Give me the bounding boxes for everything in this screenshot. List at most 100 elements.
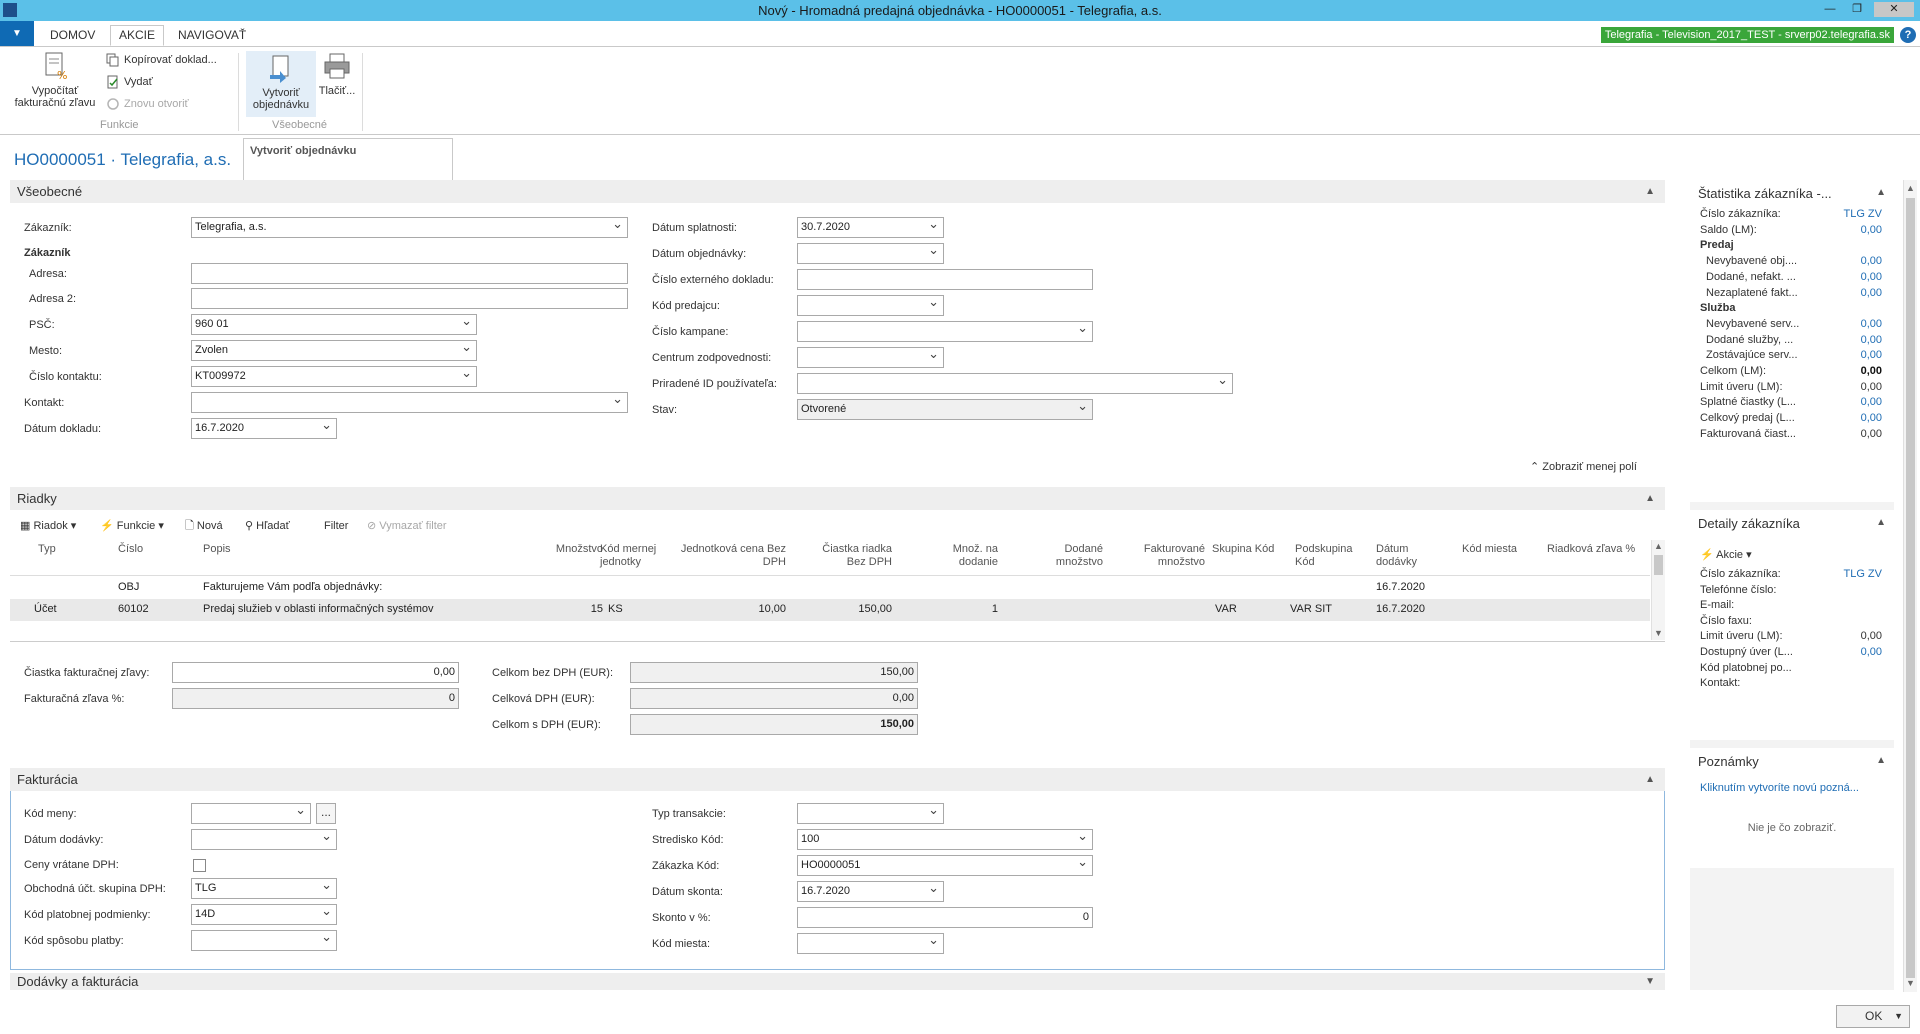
stat-value[interactable]: 0,00 <box>1861 412 1882 424</box>
create-order-button[interactable]: Vytvoriť objednávku <box>246 51 316 117</box>
transaction-type-field[interactable] <box>797 803 944 824</box>
col-fakturovane[interactable]: Fakturované množstvo <box>1120 543 1205 569</box>
chevron-up-icon[interactable]: ▲ <box>1645 487 1655 510</box>
scroll-up-icon[interactable]: ▲ <box>1652 540 1665 553</box>
order-date-field[interactable] <box>797 243 944 264</box>
help-icon[interactable]: ? <box>1900 27 1916 43</box>
stat-value[interactable]: 0,00 <box>1861 318 1882 330</box>
chevron-up-icon[interactable]: ▲ <box>1876 755 1886 766</box>
pmt-disc-pct-field[interactable]: 0 <box>797 907 1093 928</box>
fasttab-lines[interactable]: Riadky ▲ <box>10 487 1665 510</box>
show-fewer-fields-link[interactable]: ⌃ Zobraziť menej polí <box>1530 460 1637 473</box>
col-riadkova-zlava[interactable]: Riadková zľava % <box>1547 543 1635 556</box>
due-date-field[interactable]: 30.7.2020 <box>797 217 944 238</box>
zip-field[interactable]: 960 01 <box>191 314 477 335</box>
new-line-button[interactable]: 🗋 Nová <box>185 517 223 535</box>
contact-field[interactable] <box>191 392 628 413</box>
copy-document-button[interactable]: Kopírovať doklad... <box>106 51 217 69</box>
chevron-down-icon[interactable]: ▼ <box>1894 1006 1903 1027</box>
stat-value[interactable]: 0,00 <box>1861 255 1882 267</box>
close-icon[interactable]: ✕ <box>1874 2 1914 17</box>
col-skupina-kod[interactable]: Skupina Kód <box>1212 543 1290 556</box>
scroll-thumb[interactable] <box>1654 555 1663 575</box>
col-mnoz-dodanie[interactable]: Množ. na dodanie <box>920 543 998 569</box>
currency-lookup-button[interactable]: ... <box>316 803 336 824</box>
stat-value[interactable]: 0,00 <box>1861 334 1882 346</box>
stat-value[interactable]: TLG ZV <box>1843 208 1882 220</box>
col-jedn-cena[interactable]: Jednotková cena Bez DPH <box>676 543 786 569</box>
stat-value[interactable]: 0,00 <box>1861 287 1882 299</box>
location-field[interactable] <box>797 933 944 954</box>
chevron-up-icon[interactable]: ▲ <box>1645 768 1655 791</box>
scroll-down-icon[interactable]: ▼ <box>1904 977 1917 990</box>
col-podskupina-kod[interactable]: Podskupina Kód <box>1295 543 1365 569</box>
stat-value[interactable]: 0,00 <box>1861 224 1882 236</box>
line-menu-button[interactable]: ▦ Riadok ▾ <box>20 517 76 535</box>
calc-invoice-discount-button[interactable]: % Vypočítať fakturačnú zľavu <box>8 51 102 109</box>
ok-button[interactable]: OK ▼ <box>1836 1005 1910 1028</box>
prices-incl-vat-checkbox[interactable] <box>193 859 206 872</box>
job-code-field[interactable]: HO0000051 <box>797 855 1093 876</box>
stat-value[interactable]: 0,00 <box>1861 349 1882 361</box>
stat-value[interactable]: 0,00 <box>1861 396 1882 408</box>
salesperson-field[interactable] <box>797 295 944 316</box>
find-button[interactable]: ⚲ Hľadať <box>245 517 290 535</box>
contact-no-field[interactable]: KT009972 <box>191 366 477 387</box>
stat-value[interactable]: 0,00 <box>1861 271 1882 283</box>
scroll-down-icon[interactable]: ▼ <box>1652 627 1665 640</box>
fasttab-general[interactable]: Všeobecné ▲ <box>10 180 1665 203</box>
resp-center-field[interactable] <box>797 347 944 368</box>
clear-filter-button[interactable]: ⊘ Vymazať filter <box>367 517 447 535</box>
reopen-button[interactable]: Znovu otvoriť <box>106 95 189 113</box>
lines-scrollbar[interactable]: ▲ ▼ <box>1651 540 1665 640</box>
detail-value[interactable]: TLG ZV <box>1843 568 1882 580</box>
filter-button[interactable]: Filter <box>324 517 348 535</box>
address2-field[interactable] <box>191 288 628 309</box>
factbox-scrollbar[interactable]: ▲ ▼ <box>1903 180 1917 992</box>
chevron-up-icon[interactable]: ▲ <box>1876 517 1886 528</box>
inv-disc-amount-field[interactable]: 0,00 <box>172 662 459 683</box>
minimize-icon[interactable]: — <box>1820 2 1840 17</box>
tab-domov[interactable]: DOMOV <box>42 26 103 47</box>
restore-icon[interactable]: ❐ <box>1847 2 1867 17</box>
detail-value[interactable]: 0,00 <box>1861 646 1882 658</box>
chevron-up-icon[interactable]: ▲ <box>1876 187 1886 198</box>
city-field[interactable]: Zvolen <box>191 340 477 361</box>
vat-bus-group-field[interactable]: TLG <box>191 878 337 899</box>
print-button[interactable]: Tlačiť... <box>314 51 360 97</box>
table-row[interactable]: OBJ Fakturujeme Vám podľa objednávky: 16… <box>10 577 1650 599</box>
chevron-up-icon[interactable]: ▲ <box>1645 180 1655 203</box>
campaign-field[interactable] <box>797 321 1093 342</box>
release-button[interactable]: Vydať <box>106 73 153 91</box>
tab-akcie[interactable]: AKCIE <box>110 25 165 46</box>
payment-method-field[interactable] <box>191 930 337 951</box>
fasttab-invoicing[interactable]: Fakturácia ▲ <box>10 768 1665 791</box>
user-id-field[interactable] <box>797 373 1233 394</box>
chevron-down-icon[interactable]: ▼ <box>1645 973 1655 990</box>
external-doc-field[interactable] <box>797 269 1093 290</box>
tab-navigovat[interactable]: NAVIGOVAŤ <box>170 26 254 47</box>
currency-field[interactable] <box>191 803 311 824</box>
col-kod-miesta[interactable]: Kód miesta <box>1462 543 1517 556</box>
scroll-up-icon[interactable]: ▲ <box>1904 182 1917 195</box>
col-ciastka-riadka[interactable]: Čiastka riadka Bez DPH <box>802 543 892 569</box>
col-datum-dodavky[interactable]: Dátum dodávky <box>1376 543 1436 569</box>
col-dodane[interactable]: Dodané množstvo <box>1020 543 1103 569</box>
shipment-date-field[interactable] <box>191 829 337 850</box>
pmt-disc-date-field[interactable]: 16.7.2020 <box>797 881 944 902</box>
table-row[interactable]: Účet 60102 Predaj služieb v oblasti info… <box>10 599 1650 621</box>
details-actions-button[interactable]: ⚡ Akcie ▾ <box>1700 548 1752 561</box>
col-typ[interactable]: Typ <box>38 543 56 556</box>
fasttab-shipping[interactable]: Dodávky a fakturácia ▼ <box>10 973 1665 990</box>
address-field[interactable] <box>191 263 628 284</box>
app-menu-button[interactable]: ▼ <box>0 21 34 46</box>
doc-date-field[interactable]: 16.7.2020 <box>191 418 337 439</box>
col-popis[interactable]: Popis <box>203 543 231 556</box>
scroll-thumb[interactable] <box>1906 198 1915 978</box>
functions-menu-button[interactable]: ⚡ Funkcie ▾ <box>100 517 164 535</box>
col-mnozstvo[interactable]: Množstvo <box>525 543 603 556</box>
payment-terms-field[interactable]: 14D <box>191 904 337 925</box>
customer-field[interactable]: Telegrafia, a.s. <box>191 217 628 238</box>
col-cislo[interactable]: Číslo <box>118 543 143 556</box>
dept-code-field[interactable]: 100 <box>797 829 1093 850</box>
